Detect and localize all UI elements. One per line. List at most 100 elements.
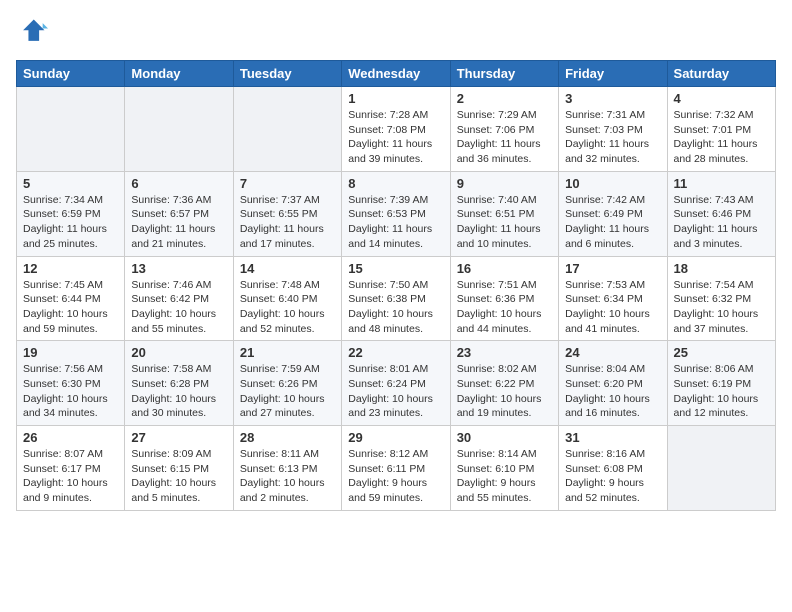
day-number: 29 <box>348 430 443 445</box>
day-info: Sunrise: 8:02 AM Sunset: 6:22 PM Dayligh… <box>457 362 552 421</box>
day-info: Sunrise: 7:56 AM Sunset: 6:30 PM Dayligh… <box>23 362 118 421</box>
calendar-cell: 19 Sunrise: 7:56 AM Sunset: 6:30 PM Dayli… <box>17 341 125 426</box>
day-number: 1 <box>348 91 443 106</box>
calendar-week-row: 5 Sunrise: 7:34 AM Sunset: 6:59 PM Daylig… <box>17 171 776 256</box>
calendar-cell: 8 Sunrise: 7:39 AM Sunset: 6:53 PM Daylig… <box>342 171 450 256</box>
day-info: Sunrise: 7:31 AM Sunset: 7:03 PM Dayligh… <box>565 108 660 167</box>
day-info: Sunrise: 7:48 AM Sunset: 6:40 PM Dayligh… <box>240 278 335 337</box>
calendar-cell: 17 Sunrise: 7:53 AM Sunset: 6:34 PM Dayli… <box>559 256 667 341</box>
weekday-header: Wednesday <box>342 61 450 87</box>
calendar-cell: 7Sunrise: 7:37 AM Sunset: 6:55 PM Daylig… <box>233 171 341 256</box>
day-number: 17 <box>565 261 660 276</box>
day-info: Sunrise: 8:11 AM Sunset: 6:13 PM Dayligh… <box>240 447 335 506</box>
calendar-week-row: 19 Sunrise: 7:56 AM Sunset: 6:30 PM Dayli… <box>17 341 776 426</box>
calendar-header-row: SundayMondayTuesdayWednesdayThursdayFrid… <box>17 61 776 87</box>
logo <box>16 16 52 48</box>
calendar-cell: 30Sunrise: 8:14 AM Sunset: 6:10 PM Dayli… <box>450 426 558 511</box>
calendar-cell: 11 Sunrise: 7:43 AM Sunset: 6:46 PM Dayli… <box>667 171 775 256</box>
day-number: 14 <box>240 261 335 276</box>
day-number: 11 <box>674 176 769 191</box>
calendar-cell: 22 Sunrise: 8:01 AM Sunset: 6:24 PM Dayli… <box>342 341 450 426</box>
day-info: Sunrise: 7:42 AM Sunset: 6:49 PM Dayligh… <box>565 193 660 252</box>
day-info: Sunrise: 7:32 AM Sunset: 7:01 PM Dayligh… <box>674 108 769 167</box>
day-info: Sunrise: 7:46 AM Sunset: 6:42 PM Dayligh… <box>131 278 226 337</box>
calendar-cell: 29 Sunrise: 8:12 AM Sunset: 6:11 PM Dayli… <box>342 426 450 511</box>
day-number: 5 <box>23 176 118 191</box>
day-info: Sunrise: 8:01 AM Sunset: 6:24 PM Dayligh… <box>348 362 443 421</box>
day-info: Sunrise: 8:09 AM Sunset: 6:15 PM Dayligh… <box>131 447 226 506</box>
page-header <box>16 16 776 48</box>
day-info: Sunrise: 7:58 AM Sunset: 6:28 PM Dayligh… <box>131 362 226 421</box>
calendar-cell: 10 Sunrise: 7:42 AM Sunset: 6:49 PM Dayli… <box>559 171 667 256</box>
calendar-cell: 6 Sunrise: 7:36 AM Sunset: 6:57 PM Daylig… <box>125 171 233 256</box>
day-number: 10 <box>565 176 660 191</box>
calendar-cell: 23 Sunrise: 8:02 AM Sunset: 6:22 PM Dayli… <box>450 341 558 426</box>
calendar-cell: 24 Sunrise: 8:04 AM Sunset: 6:20 PM Dayli… <box>559 341 667 426</box>
calendar-cell: 12Sunrise: 7:45 AM Sunset: 6:44 PM Dayli… <box>17 256 125 341</box>
day-info: Sunrise: 8:04 AM Sunset: 6:20 PM Dayligh… <box>565 362 660 421</box>
calendar-cell: 25 Sunrise: 8:06 AM Sunset: 6:19 PM Dayli… <box>667 341 775 426</box>
day-number: 31 <box>565 430 660 445</box>
calendar-cell: 18 Sunrise: 7:54 AM Sunset: 6:32 PM Dayli… <box>667 256 775 341</box>
weekday-header: Friday <box>559 61 667 87</box>
day-info: Sunrise: 7:51 AM Sunset: 6:36 PM Dayligh… <box>457 278 552 337</box>
day-info: Sunrise: 7:40 AM Sunset: 6:51 PM Dayligh… <box>457 193 552 252</box>
day-number: 9 <box>457 176 552 191</box>
calendar-week-row: 26Sunrise: 8:07 AM Sunset: 6:17 PM Dayli… <box>17 426 776 511</box>
day-number: 6 <box>131 176 226 191</box>
day-number: 25 <box>674 345 769 360</box>
day-number: 4 <box>674 91 769 106</box>
calendar-cell: 28Sunrise: 8:11 AM Sunset: 6:13 PM Dayli… <box>233 426 341 511</box>
day-number: 8 <box>348 176 443 191</box>
day-number: 13 <box>131 261 226 276</box>
calendar-cell: 5 Sunrise: 7:34 AM Sunset: 6:59 PM Daylig… <box>17 171 125 256</box>
day-info: Sunrise: 8:16 AM Sunset: 6:08 PM Dayligh… <box>565 447 660 506</box>
calendar-cell <box>17 87 125 172</box>
day-number: 19 <box>23 345 118 360</box>
calendar-cell: 27Sunrise: 8:09 AM Sunset: 6:15 PM Dayli… <box>125 426 233 511</box>
day-number: 18 <box>674 261 769 276</box>
day-info: Sunrise: 7:39 AM Sunset: 6:53 PM Dayligh… <box>348 193 443 252</box>
weekday-header: Saturday <box>667 61 775 87</box>
day-number: 2 <box>457 91 552 106</box>
calendar-cell: 2Sunrise: 7:29 AM Sunset: 7:06 PM Daylig… <box>450 87 558 172</box>
day-number: 21 <box>240 345 335 360</box>
calendar-cell: 20 Sunrise: 7:58 AM Sunset: 6:28 PM Dayli… <box>125 341 233 426</box>
weekday-header: Thursday <box>450 61 558 87</box>
weekday-header: Monday <box>125 61 233 87</box>
day-info: Sunrise: 7:34 AM Sunset: 6:59 PM Dayligh… <box>23 193 118 252</box>
day-number: 23 <box>457 345 552 360</box>
calendar-cell: 4 Sunrise: 7:32 AM Sunset: 7:01 PM Daylig… <box>667 87 775 172</box>
day-info: Sunrise: 8:12 AM Sunset: 6:11 PM Dayligh… <box>348 447 443 506</box>
calendar-cell: 1 Sunrise: 7:28 AM Sunset: 7:08 PM Daylig… <box>342 87 450 172</box>
day-info: Sunrise: 8:06 AM Sunset: 6:19 PM Dayligh… <box>674 362 769 421</box>
calendar-cell <box>125 87 233 172</box>
calendar-cell: 3Sunrise: 7:31 AM Sunset: 7:03 PM Daylig… <box>559 87 667 172</box>
calendar-cell: 21 Sunrise: 7:59 AM Sunset: 6:26 PM Dayli… <box>233 341 341 426</box>
calendar-cell <box>233 87 341 172</box>
day-number: 15 <box>348 261 443 276</box>
calendar-week-row: 1 Sunrise: 7:28 AM Sunset: 7:08 PM Daylig… <box>17 87 776 172</box>
day-info: Sunrise: 8:14 AM Sunset: 6:10 PM Dayligh… <box>457 447 552 506</box>
day-info: Sunrise: 7:28 AM Sunset: 7:08 PM Dayligh… <box>348 108 443 167</box>
day-info: Sunrise: 7:45 AM Sunset: 6:44 PM Dayligh… <box>23 278 118 337</box>
day-info: Sunrise: 7:53 AM Sunset: 6:34 PM Dayligh… <box>565 278 660 337</box>
calendar-cell: 15Sunrise: 7:50 AM Sunset: 6:38 PM Dayli… <box>342 256 450 341</box>
calendar-cell <box>667 426 775 511</box>
day-info: Sunrise: 7:43 AM Sunset: 6:46 PM Dayligh… <box>674 193 769 252</box>
calendar-cell: 26Sunrise: 8:07 AM Sunset: 6:17 PM Dayli… <box>17 426 125 511</box>
calendar-table: SundayMondayTuesdayWednesdayThursdayFrid… <box>16 60 776 511</box>
day-number: 24 <box>565 345 660 360</box>
logo-icon <box>16 16 48 48</box>
day-number: 22 <box>348 345 443 360</box>
day-number: 16 <box>457 261 552 276</box>
day-info: Sunrise: 7:54 AM Sunset: 6:32 PM Dayligh… <box>674 278 769 337</box>
day-number: 20 <box>131 345 226 360</box>
day-info: Sunrise: 7:36 AM Sunset: 6:57 PM Dayligh… <box>131 193 226 252</box>
day-info: Sunrise: 7:59 AM Sunset: 6:26 PM Dayligh… <box>240 362 335 421</box>
day-info: Sunrise: 8:07 AM Sunset: 6:17 PM Dayligh… <box>23 447 118 506</box>
calendar-week-row: 12Sunrise: 7:45 AM Sunset: 6:44 PM Dayli… <box>17 256 776 341</box>
weekday-header: Tuesday <box>233 61 341 87</box>
day-info: Sunrise: 7:37 AM Sunset: 6:55 PM Dayligh… <box>240 193 335 252</box>
calendar-cell: 31 Sunrise: 8:16 AM Sunset: 6:08 PM Dayli… <box>559 426 667 511</box>
